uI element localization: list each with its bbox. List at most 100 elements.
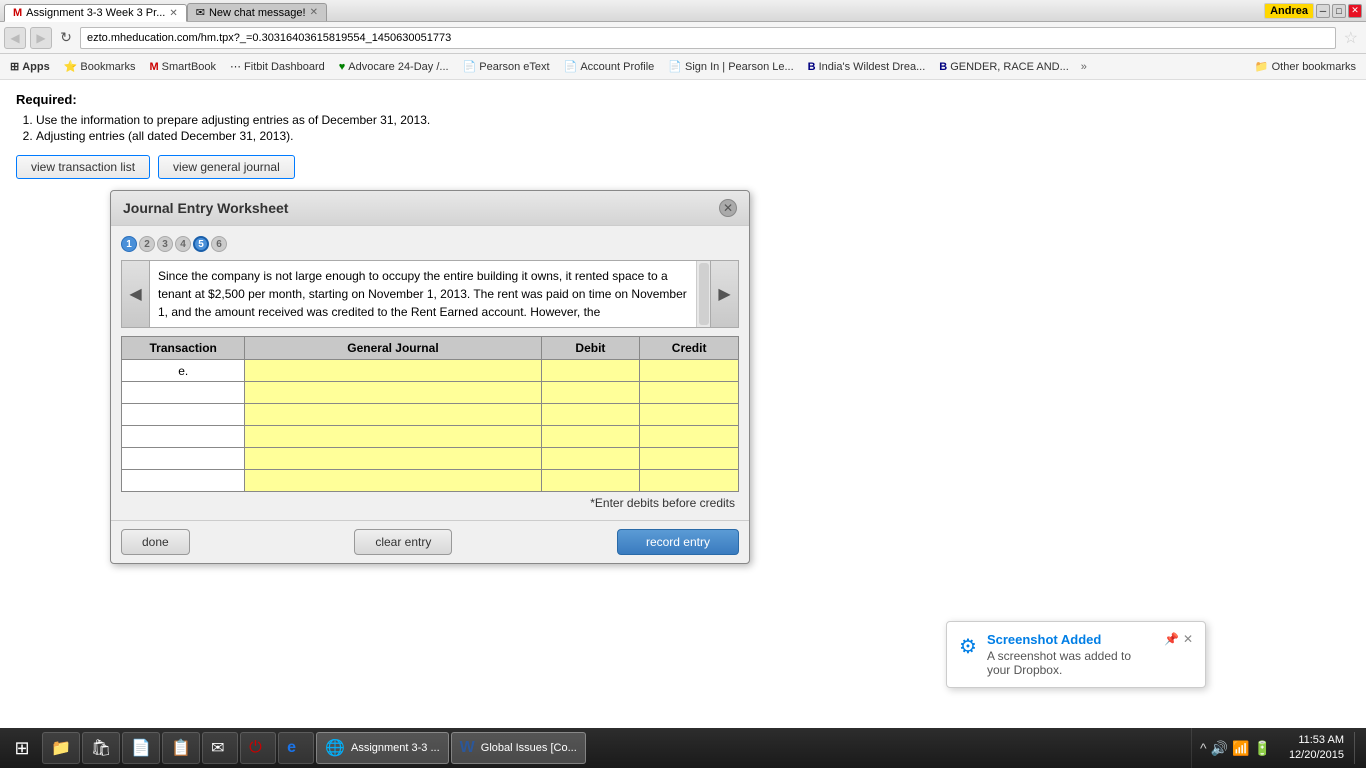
debit-cell-5[interactable]: [541, 448, 640, 470]
signin-label: Sign In | Pearson Le...: [685, 61, 794, 73]
gj-input-2[interactable]: [245, 382, 540, 403]
bookmark-advocare[interactable]: ♥ Advocare 24-Day /...: [333, 57, 455, 77]
gj-input-3[interactable]: [245, 404, 540, 425]
bookmark-star[interactable]: ☆: [1340, 28, 1362, 48]
taskbar-word-global[interactable]: W Global Issues [Co...: [451, 732, 586, 764]
modal-close-button[interactable]: ✕: [719, 199, 737, 217]
bookmark-signin[interactable]: 📄 Sign In | Pearson Le...: [662, 57, 799, 77]
text-scrollbar[interactable]: [696, 261, 710, 327]
debit-cell-2[interactable]: [541, 382, 640, 404]
next-arrow-button[interactable]: ▶: [710, 261, 738, 327]
credit-cell-3[interactable]: [640, 404, 739, 426]
taskbar-email[interactable]: ✉: [202, 732, 238, 764]
debit-input-3[interactable]: [542, 404, 640, 425]
maximize-button[interactable]: □: [1332, 4, 1346, 18]
step-6[interactable]: 6: [211, 236, 227, 252]
tab-assignment[interactable]: M Assignment 3-3 Week 3 Pr... ✕: [4, 4, 187, 22]
general-journal-cell-4[interactable]: [245, 426, 541, 448]
credit-cell-4[interactable]: [640, 426, 739, 448]
view-transaction-list-button[interactable]: view transaction list: [16, 155, 150, 179]
volume-icon[interactable]: 🔊: [1211, 740, 1228, 757]
debit-cell-3[interactable]: [541, 404, 640, 426]
credit-input-6[interactable]: [640, 470, 738, 491]
debit-cell-4[interactable]: [541, 426, 640, 448]
step-2[interactable]: 2: [139, 236, 155, 252]
general-journal-cell-5[interactable]: [245, 448, 541, 470]
minimize-button[interactable]: ─: [1316, 4, 1330, 18]
general-journal-cell-1[interactable]: [245, 360, 541, 382]
gj-input-6[interactable]: [245, 470, 540, 491]
step-3[interactable]: 3: [157, 236, 173, 252]
table-row: [122, 426, 739, 448]
credit-input-2[interactable]: [640, 382, 738, 403]
bookmark-account[interactable]: 📄 Account Profile: [558, 57, 661, 77]
prev-arrow-button[interactable]: ◀: [122, 261, 150, 327]
general-journal-cell-6[interactable]: [245, 470, 541, 492]
credit-input-1[interactable]: [640, 360, 738, 381]
bookmarks-more[interactable]: »: [1077, 61, 1091, 73]
general-journal-cell-2[interactable]: [245, 382, 541, 404]
start-button[interactable]: ⊞: [4, 732, 40, 764]
done-button[interactable]: done: [121, 529, 190, 555]
credit-cell-2[interactable]: [640, 382, 739, 404]
bookmark-fitbit[interactable]: ⋯ Fitbit Dashboard: [224, 57, 331, 77]
description-text: Since the company is not large enough to…: [150, 261, 696, 327]
credit-cell-5[interactable]: [640, 448, 739, 470]
show-desktop-button[interactable]: [1354, 732, 1362, 764]
debit-input-5[interactable]: [542, 448, 640, 469]
word-doc-icon: 📄: [131, 738, 151, 758]
debit-input-6[interactable]: [542, 470, 640, 491]
refresh-button[interactable]: ↻: [56, 28, 76, 48]
email-icon: ✉: [211, 738, 224, 758]
tab-chat[interactable]: ✉ New chat message! ✕: [187, 3, 327, 21]
bookmark-other[interactable]: 📁 Other bookmarks: [1249, 57, 1362, 77]
debit-input-4[interactable]: [542, 426, 640, 447]
taskbar-clock[interactable]: 11:53 AM 12/20/2015: [1281, 733, 1352, 764]
credit-input-3[interactable]: [640, 404, 738, 425]
bookmark-smartbook[interactable]: M SmartBook: [143, 57, 222, 77]
step-1[interactable]: 1: [121, 236, 137, 252]
step-5[interactable]: 5: [193, 236, 209, 252]
credit-input-5[interactable]: [640, 448, 738, 469]
taskbar-task[interactable]: 📋: [162, 732, 200, 764]
taskbar-chrome-assignment[interactable]: 🌐 Assignment 3-3 ...: [316, 732, 449, 764]
tab-close-chat[interactable]: ✕: [310, 7, 318, 18]
address-input[interactable]: [80, 27, 1336, 49]
tab-close-assignment[interactable]: ✕: [169, 8, 177, 19]
debit-input-2[interactable]: [542, 382, 640, 403]
close-button[interactable]: ✕: [1348, 4, 1362, 18]
gj-input-1[interactable]: [245, 360, 540, 381]
debit-cell-6[interactable]: [541, 470, 640, 492]
bookmark-india[interactable]: B India's Wildest Drea...: [802, 57, 932, 77]
record-entry-button[interactable]: record entry: [617, 529, 739, 555]
debit-cell-1[interactable]: [541, 360, 640, 382]
battery-icon[interactable]: 🔋: [1254, 740, 1271, 757]
dropbox-notification: ⚙ Screenshot Added A screenshot was adde…: [946, 621, 1206, 688]
credit-input-4[interactable]: [640, 426, 738, 447]
general-journal-cell-3[interactable]: [245, 404, 541, 426]
taskbar-ie[interactable]: e: [278, 732, 314, 764]
view-general-journal-button[interactable]: view general journal: [158, 155, 295, 179]
bookmark-pearson[interactable]: 📄 Pearson eText: [457, 57, 556, 77]
credit-cell-1[interactable]: [640, 360, 739, 382]
dropbox-pin-button[interactable]: 📌: [1164, 632, 1179, 646]
debit-input-1[interactable]: [542, 360, 640, 381]
taskbar-power[interactable]: ⏻: [240, 732, 276, 764]
bookmark-bookmarks[interactable]: ⭐ Bookmarks: [58, 57, 142, 77]
chrome-icon: 🌐: [325, 738, 345, 758]
taskbar-store[interactable]: 🛍: [82, 732, 120, 764]
step-4[interactable]: 4: [175, 236, 191, 252]
gj-input-5[interactable]: [245, 448, 540, 469]
back-button[interactable]: ◀: [4, 27, 26, 49]
network-icon[interactable]: 📶: [1232, 740, 1249, 757]
taskbar-file-explorer[interactable]: 📁: [42, 732, 80, 764]
taskbar-word-doc[interactable]: 📄: [122, 732, 160, 764]
credit-cell-6[interactable]: [640, 470, 739, 492]
bookmark-gender[interactable]: B GENDER, RACE AND...: [933, 57, 1075, 77]
forward-button[interactable]: ▶: [30, 27, 52, 49]
tray-expand-icon[interactable]: ^: [1200, 740, 1207, 756]
dropbox-close-button[interactable]: ✕: [1183, 632, 1193, 646]
gj-input-4[interactable]: [245, 426, 540, 447]
bookmark-apps[interactable]: ⊞ Apps: [4, 57, 56, 77]
clear-entry-button[interactable]: clear entry: [354, 529, 452, 555]
